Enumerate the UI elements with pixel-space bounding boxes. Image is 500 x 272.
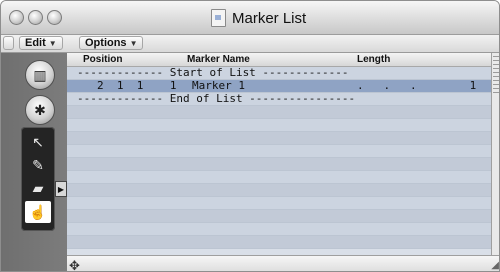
empty-row [67, 132, 491, 145]
eraser-tool-icon[interactable]: ▰ [25, 177, 51, 199]
chevron-down-icon: ▼ [48, 38, 57, 48]
window-title-text: Marker List [232, 9, 307, 27]
empty-row [67, 119, 491, 132]
window-title: Marker List [211, 9, 306, 27]
person-icon[interactable]: ✱ [25, 95, 55, 125]
close-button[interactable] [9, 10, 24, 25]
start-of-list-label: ------------- Start of List ------------… [77, 66, 349, 79]
window-icon-button[interactable] [3, 36, 14, 50]
marker-list-window: Marker List Edit ▼ Options ▼ ▥ ✱ ↖ ✎ ▰ ☝… [0, 0, 500, 272]
resize-grip-icon[interactable]: ◢ [491, 260, 499, 271]
marker-list: Position Marker Name Length ------------… [67, 53, 491, 255]
empty-row [67, 197, 491, 210]
empty-row [67, 223, 491, 236]
sidebar: ▥ ✱ ↖ ✎ ▰ ☝ ▶ [1, 53, 67, 271]
tool-panel: ↖ ✎ ▰ ☝ [21, 127, 55, 231]
horizontal-scrollbar[interactable]: ✥ ◢ [67, 255, 499, 271]
pointer-tool-icon[interactable]: ↖ [25, 131, 51, 153]
chevron-down-icon: ▼ [129, 38, 138, 48]
hand-tool-icon[interactable]: ☝ [25, 201, 51, 223]
empty-row [67, 210, 491, 223]
options-menu-label: Options [85, 37, 127, 49]
column-position[interactable]: Position [83, 54, 122, 65]
list-header: Position Marker Name Length [67, 53, 491, 67]
local-menu-bar: Edit ▼ Options ▼ [1, 35, 499, 53]
empty-row [67, 171, 491, 184]
edit-menu[interactable]: Edit ▼ [19, 36, 63, 50]
end-of-list-label: ------------- End of List --------------… [77, 92, 356, 105]
marker-length: . . . 1 [357, 79, 477, 92]
options-menu[interactable]: Options ▼ [79, 36, 144, 50]
vertical-scrollbar[interactable] [491, 53, 499, 255]
marker-position: 2 1 1 1 [97, 79, 177, 92]
document-icon [211, 9, 226, 27]
title-bar: Marker List [1, 1, 499, 35]
ruler-ticks [493, 56, 499, 96]
column-length[interactable]: Length [357, 54, 390, 65]
empty-row [67, 106, 491, 119]
pencil-tool-icon[interactable]: ✎ [25, 154, 51, 176]
empty-row [67, 145, 491, 158]
column-marker-name[interactable]: Marker Name [187, 54, 250, 65]
move-icon[interactable]: ✥ [69, 258, 80, 271]
expand-arrow-icon[interactable]: ▶ [55, 181, 67, 197]
empty-row [67, 184, 491, 197]
empty-row [67, 158, 491, 171]
book-icon[interactable]: ▥ [25, 60, 55, 90]
list-row-end[interactable]: ------------- End of List --------------… [67, 93, 491, 106]
empty-row [67, 236, 491, 249]
minimize-button[interactable] [28, 10, 43, 25]
edit-menu-label: Edit [25, 37, 46, 49]
zoom-button[interactable] [47, 10, 62, 25]
marker-name: Marker 1 [192, 79, 245, 92]
